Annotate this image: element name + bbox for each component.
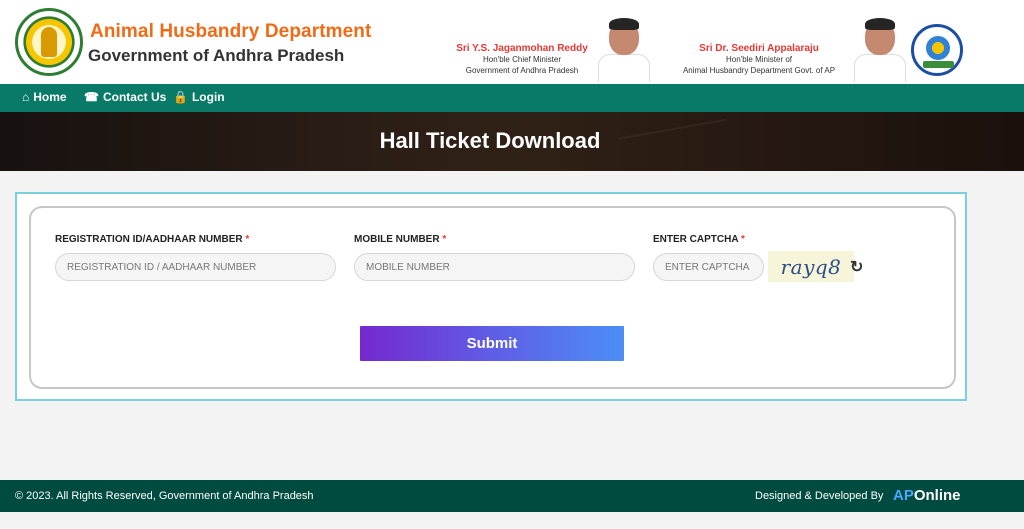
captcha-code: rayq8 xyxy=(768,251,854,282)
nav-login[interactable]: 🔒 Login xyxy=(173,90,225,104)
page-banner: Hall Ticket Download xyxy=(0,112,1024,171)
home-icon: ⌂ xyxy=(22,90,30,104)
chief-minister-role: Hon'ble Chief Minister xyxy=(482,55,561,64)
nav-home[interactable]: ⌂ Home xyxy=(22,90,67,104)
lock-icon: 🔒 xyxy=(173,90,188,104)
minister-photo xyxy=(850,18,910,82)
page-title: Hall Ticket Download xyxy=(379,128,601,153)
chief-minister-name: Sri Y.S. Jaganmohan Reddy xyxy=(456,43,588,54)
main-navigation: ⌂ Home ☎ Contact Us 🔒 Login xyxy=(0,84,1024,112)
emblem-center xyxy=(41,27,57,57)
hall-ticket-panel: REGISTRATION ID/AADHAAR NUMBER * MOBILE … xyxy=(15,192,967,401)
designed-by-text: Designed & Developed By xyxy=(755,490,884,502)
chief-minister-info: Sri Y.S. Jaganmohan Reddy Hon'ble Chief … xyxy=(452,43,592,76)
department-title: Animal Husbandry Department xyxy=(90,21,372,42)
registration-id-input[interactable] xyxy=(55,253,336,281)
captcha-input[interactable] xyxy=(653,253,764,281)
minister-name: Sri Dr. Seediri Appalaraju xyxy=(699,43,819,54)
minister-info: Sri Dr. Seediri Appalaraju Hon'ble Minis… xyxy=(668,43,850,76)
aponline-ap: AP xyxy=(893,487,914,504)
government-title: Government of Andhra Pradesh xyxy=(88,46,345,65)
mobile-number-label: MOBILE NUMBER * xyxy=(354,234,447,245)
chief-minister-organization: Government of Andhra Pradesh xyxy=(465,66,579,75)
registration-label: REGISTRATION ID/AADHAAR NUMBER * xyxy=(55,234,250,245)
aponline-logo: APOnline xyxy=(893,487,961,504)
site-footer: © 2023. All Rights Reserved, Government … xyxy=(0,480,1024,512)
nav-login-label: Login xyxy=(191,90,225,104)
aponline-online: Online xyxy=(913,487,961,504)
minister-organization: Animal Husbandry Department Govt. of AP xyxy=(682,66,836,75)
minister-role: Hon'ble Minister of xyxy=(726,55,792,64)
mobile-number-input[interactable] xyxy=(354,253,635,281)
nav-contact-label: Contact Us xyxy=(102,90,167,104)
nav-home-label: Home xyxy=(33,90,67,104)
department-logo-icon xyxy=(911,24,963,76)
submit-button[interactable]: Submit xyxy=(360,326,624,361)
refresh-captcha-icon[interactable]: ↻ xyxy=(850,257,863,277)
andhra-pradesh-emblem xyxy=(15,8,83,76)
copyright-text: © 2023. All Rights Reserved, Government … xyxy=(15,490,314,502)
site-header: Animal Husbandry Department Government o… xyxy=(0,0,1024,84)
captcha-label: ENTER CAPTCHA * xyxy=(653,234,745,245)
nav-contact-us[interactable]: ☎ Contact Us xyxy=(84,90,166,104)
phone-icon: ☎ xyxy=(84,90,99,104)
hall-ticket-form: REGISTRATION ID/AADHAAR NUMBER * MOBILE … xyxy=(29,206,956,389)
chief-minister-photo xyxy=(594,18,654,82)
